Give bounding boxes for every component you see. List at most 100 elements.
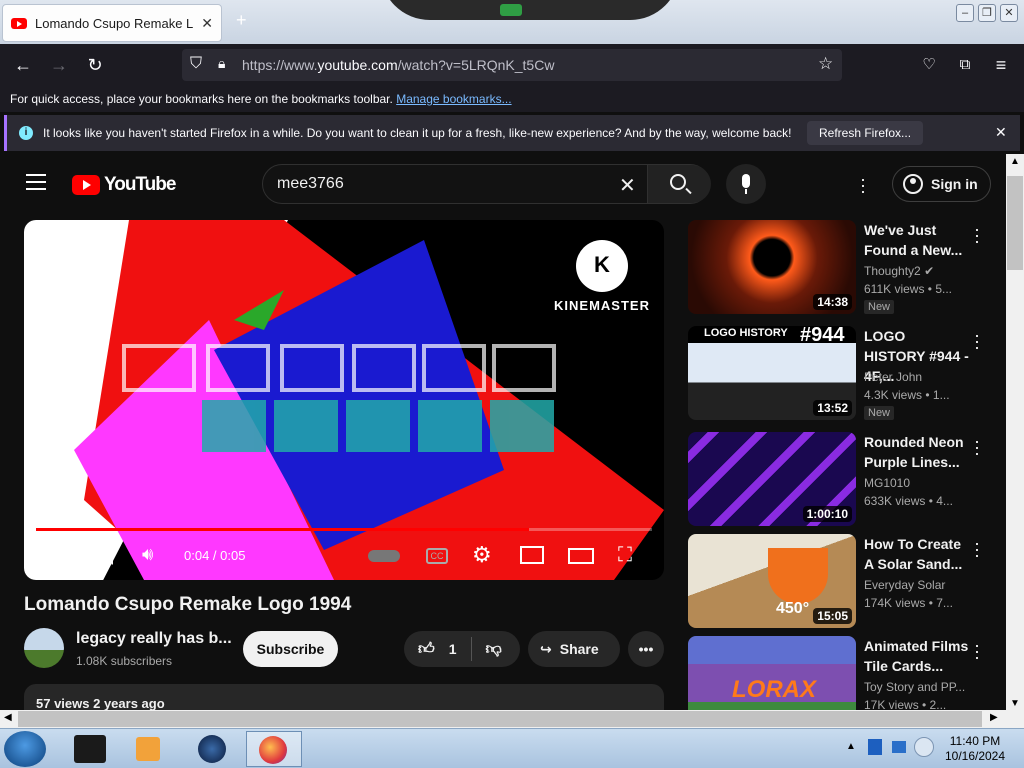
tray-network-icon[interactable] <box>868 739 882 755</box>
shield-icon[interactable]: ⛉ <box>190 55 202 73</box>
like-thumb-icon[interactable]: 👍︎ <box>418 640 435 659</box>
fullscreen-icon[interactable]: ⛶ <box>618 544 632 567</box>
url-bar[interactable]: ⛉ 🔒︎ https://www.youtube.com/watch?v=5LR… <box>182 49 842 81</box>
horizontal-scrollbar[interactable]: ◀ ▶ <box>0 710 1006 728</box>
more-actions-button[interactable]: ••• <box>628 631 664 667</box>
video-player[interactable]: K KINEMASTER ▶| 🔊︎ 0:04 / 0:05 CC ⚙ ⛶ <box>24 220 664 580</box>
scroll-up-icon[interactable]: ▲ <box>1010 156 1020 167</box>
clock-time: 11:40 PM <box>949 734 1001 748</box>
browser-tab-strip: Lomando Csupo Remake Logo ✕ + – ❐ ✕ <box>0 0 1024 44</box>
rec-kebab-icon[interactable]: · · · <box>974 534 980 564</box>
taskbar-app-media-player[interactable] <box>122 731 178 767</box>
new-badge: New <box>864 300 895 314</box>
channel-name[interactable]: legacy really has b... <box>76 630 232 648</box>
captions-icon[interactable]: CC <box>426 548 448 564</box>
rec-title: Animated Films Tile Cards... <box>864 638 969 674</box>
forward-arrow-icon[interactable]: → <box>46 52 72 78</box>
views-and-date: 57 views 2 years ago <box>36 696 165 711</box>
minimize-button[interactable]: – <box>956 4 974 22</box>
menu-icon[interactable]: ≡ <box>988 52 1014 78</box>
lock-icon[interactable]: 🔒︎ <box>218 55 225 72</box>
youtube-logo[interactable]: YouTube <box>72 174 176 196</box>
tab-close-icon[interactable]: ✕ <box>201 15 213 32</box>
settings-kebab-icon[interactable]: · · · <box>860 170 866 200</box>
scroll-left-icon[interactable]: ◀ <box>4 712 12 723</box>
verified-icon: ✔ <box>924 264 935 278</box>
rec-meta: 633K views • 4... <box>864 494 953 508</box>
recommendation-item[interactable]: 450° 15:05 How To Create A Solar Sand...… <box>688 534 988 630</box>
recommendation-item[interactable]: 14:38 We've Just Found a New... Thoughty… <box>688 220 988 316</box>
theater-mode-icon[interactable] <box>568 548 594 564</box>
notification-text: It looks like you haven't started Firefo… <box>43 126 792 140</box>
rec-kebab-icon[interactable]: · · · <box>974 220 980 250</box>
next-icon[interactable]: ▶| <box>98 546 114 566</box>
kinemaster-logo-icon: K <box>576 240 628 292</box>
dislike-thumb-icon[interactable]: 👎︎ <box>486 640 502 659</box>
share-button[interactable]: ↪ Share <box>528 631 620 667</box>
start-button[interactable] <box>4 731 46 767</box>
refresh-firefox-notification: i It looks like you haven't started Fire… <box>4 115 1020 151</box>
vertical-scrollbar[interactable]: ▲ ▼ <box>1006 154 1024 712</box>
bookmarks-hint: For quick access, place your bookmarks h… <box>10 92 393 106</box>
more-horizontal-icon: ••• <box>638 641 654 657</box>
sign-in-button[interactable]: Sign in <box>892 166 991 202</box>
tray-volume-icon[interactable] <box>914 737 934 757</box>
refresh-firefox-button[interactable]: Refresh Firefox... <box>807 121 924 145</box>
extensions-icon[interactable]: ⧉ <box>952 52 978 78</box>
recommendation-item[interactable]: LOGO HISTORY #944 13:52 LOGO HISTORY #94… <box>688 326 988 422</box>
youtube-header: YouTube ✕ ··· Sign in <box>0 154 1006 214</box>
reload-icon[interactable]: ↻ <box>82 52 108 78</box>
clock-date: 10/16/2024 <box>944 749 1006 763</box>
thumbnail[interactable]: 450° 15:05 <box>688 534 856 628</box>
voice-search-mic-icon[interactable] <box>726 164 766 204</box>
tray-display-icon[interactable] <box>892 741 906 753</box>
new-tab-button[interactable]: + <box>236 10 247 31</box>
search-input[interactable] <box>277 173 607 195</box>
titlebar-decoration <box>380 0 680 20</box>
duration-badge: 15:05 <box>813 608 852 624</box>
progress-bar[interactable] <box>36 528 652 531</box>
browser-tab-active[interactable]: Lomando Csupo Remake Logo ✕ <box>2 4 222 42</box>
maximize-button[interactable]: ❐ <box>978 4 996 22</box>
temperature-text: 450° <box>776 600 810 617</box>
notification-close-icon[interactable]: ✕ <box>995 124 1007 141</box>
miniplayer-icon[interactable] <box>520 546 544 564</box>
rec-meta: 4.3K views • 1... <box>864 388 950 402</box>
rec-kebab-icon[interactable]: · · · <box>974 432 980 462</box>
settings-gear-icon[interactable]: ⚙ <box>472 542 492 568</box>
tab-title: Lomando Csupo Remake Logo <box>35 15 194 31</box>
hamburger-menu-icon[interactable] <box>26 174 46 190</box>
youtube-favicon-icon <box>11 17 27 29</box>
scroll-down-icon[interactable]: ▼ <box>1010 698 1020 709</box>
back-arrow-icon[interactable]: ← <box>10 52 36 78</box>
scrollbar-thumb[interactable] <box>18 711 982 727</box>
clear-search-icon[interactable]: ✕ <box>619 173 636 198</box>
rec-kebab-icon[interactable]: · · · <box>974 326 980 356</box>
pocket-icon[interactable]: ♡ <box>916 52 942 78</box>
play-icon[interactable] <box>50 544 66 564</box>
bookmark-star-icon[interactable]: ☆ <box>818 54 833 74</box>
taskbar-app-firefox[interactable] <box>246 731 302 767</box>
thumbnail[interactable]: LOGO HISTORY #944 13:52 <box>688 326 856 420</box>
scroll-right-icon[interactable]: ▶ <box>990 712 998 723</box>
rec-meta: 611K views • 5... <box>864 282 953 296</box>
taskbar-clock[interactable]: 11:40 PM 10/16/2024 <box>940 734 1010 764</box>
subscriber-count: 1.08K subscribers <box>76 654 173 668</box>
close-window-button[interactable]: ✕ <box>1000 4 1018 22</box>
taskbar-app-globe[interactable] <box>186 731 242 767</box>
manage-bookmarks-link[interactable]: Manage bookmarks... <box>396 92 511 106</box>
tray-expand-icon[interactable]: ▲ <box>846 741 856 752</box>
channel-avatar[interactable] <box>24 628 64 668</box>
subscribe-button[interactable]: Subscribe <box>243 631 338 667</box>
rec-title: How To Create A Solar Sand... <box>864 536 963 572</box>
search-button[interactable] <box>647 165 711 203</box>
like-count: 1 <box>448 641 457 657</box>
autoplay-toggle[interactable] <box>368 550 400 562</box>
rec-kebab-icon[interactable]: · · · <box>974 636 980 666</box>
scrollbar-thumb[interactable] <box>1007 176 1023 270</box>
recommendation-item[interactable]: 1:00:10 Rounded Neon Purple Lines... MG1… <box>688 432 988 528</box>
taskbar-app-terminal[interactable] <box>66 731 122 767</box>
volume-icon[interactable]: 🔊︎ <box>142 544 153 565</box>
thumbnail[interactable]: 1:00:10 <box>688 432 856 526</box>
thumbnail[interactable]: 14:38 <box>688 220 856 314</box>
